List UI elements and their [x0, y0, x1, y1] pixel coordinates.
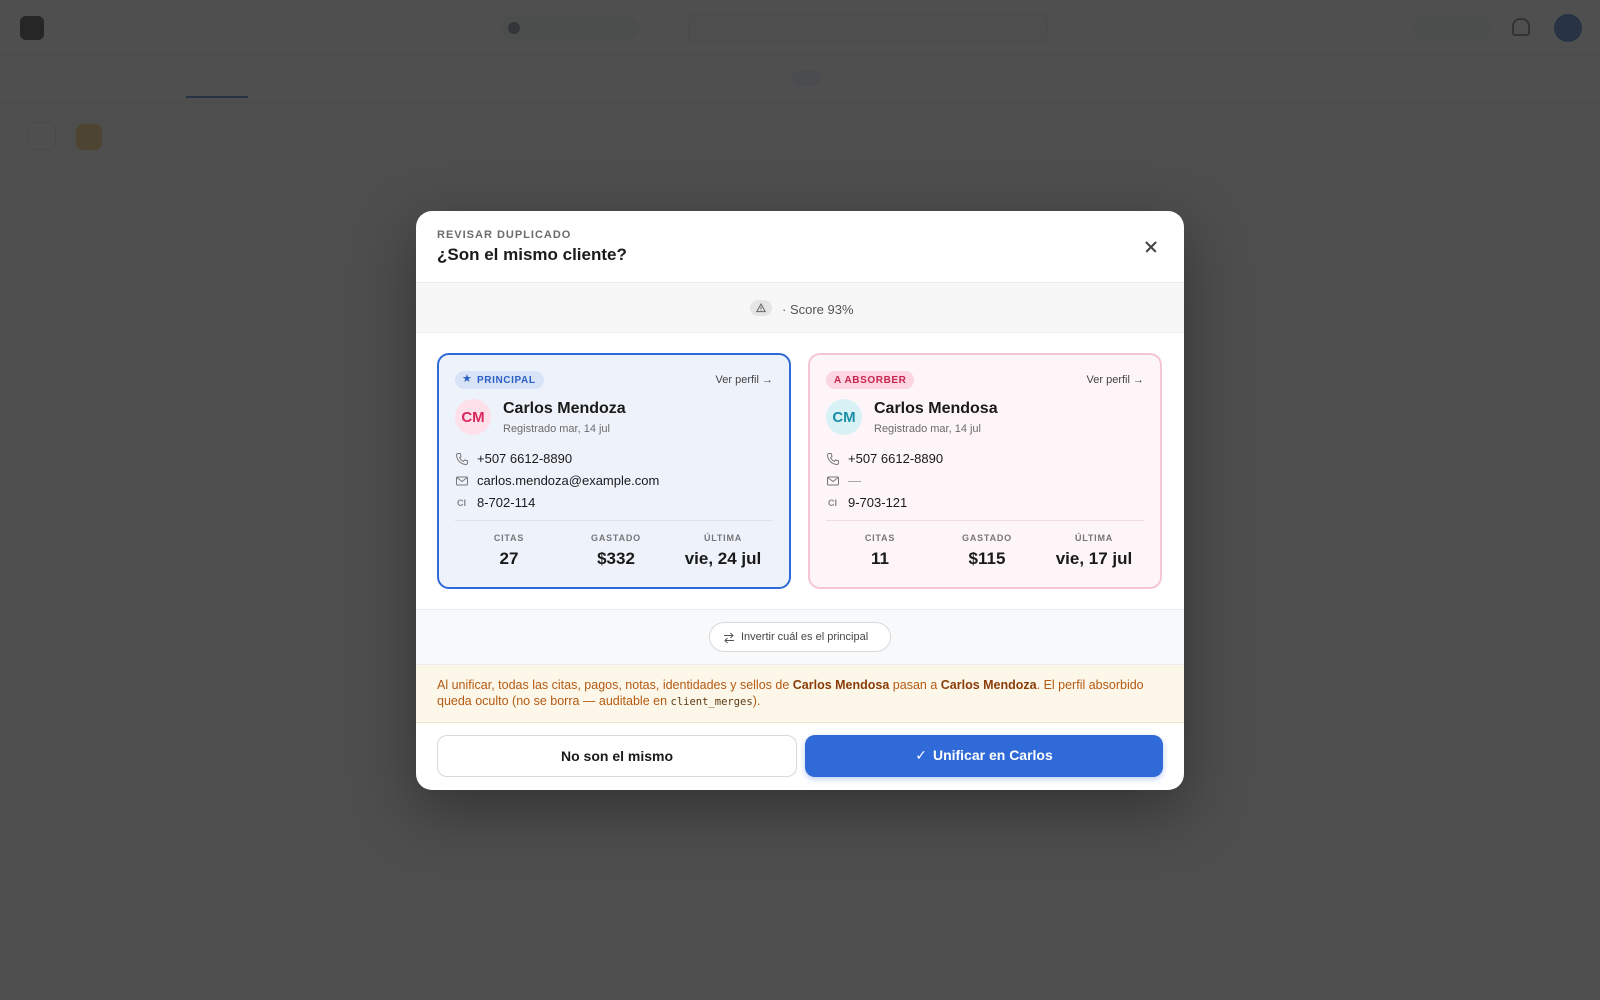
view-profile-link[interactable]: Ver perfil →	[1087, 374, 1144, 386]
notice-absorbed-name: Carlos Mendosa	[792, 678, 890, 692]
stat-citas: CITAS 27	[455, 533, 563, 569]
close-icon[interactable]	[1140, 235, 1164, 259]
stat-citas: CITAS 11	[826, 533, 934, 569]
notice-text: ).	[752, 694, 761, 708]
modal-title: ¿Son el mismo cliente?	[437, 245, 627, 264]
notice-text: pasan a	[889, 678, 941, 692]
phone-value: +507 6612-8890	[477, 451, 573, 466]
merge-button[interactable]: ✓ Unificar en Carlos	[805, 735, 1163, 777]
stat-value: 11	[871, 549, 889, 568]
match-score-bar: · Score 93%	[416, 283, 1184, 333]
phone-icon	[826, 453, 839, 466]
stat-label: ÚLTIMA	[703, 533, 743, 543]
stat-label: CITAS	[493, 533, 525, 543]
divider	[826, 520, 1144, 521]
swap-icon	[724, 632, 734, 644]
phone-icon	[455, 453, 468, 466]
merge-button-label: Unificar en Carlos	[932, 747, 1053, 763]
modal-eyebrow: REVISAR DUPLICADO	[437, 229, 572, 241]
notice-code: client_merges	[670, 696, 753, 708]
client-name: Carlos Mendoza	[503, 400, 626, 417]
stat-gastado: GASTADO $115	[933, 533, 1041, 569]
phone-value: +507 6612-8890	[848, 451, 944, 466]
stat-label: ÚLTIMA	[1074, 533, 1114, 543]
swap-primary-label: Invertir cuál es el principal	[741, 631, 869, 643]
swap-bar: Invertir cuál es el principal	[416, 609, 1184, 665]
stat-label: CITAS	[864, 533, 896, 543]
registered-date: Registrado mar, 14 jul	[503, 423, 610, 435]
divider	[455, 520, 773, 521]
ci-label: CI	[828, 498, 837, 508]
avatar: CM	[826, 399, 862, 435]
stat-value: vie, 24 jul	[684, 549, 762, 568]
warning-icon	[750, 300, 772, 316]
ci-value: 9-703-121	[848, 495, 908, 510]
view-profile-link[interactable]: Ver perfil →	[716, 374, 773, 386]
email-value: carlos.mendoza@example.com	[477, 473, 660, 488]
notice-primary-name: Carlos Mendoza	[940, 678, 1037, 692]
stat-label: GASTADO	[962, 533, 1012, 543]
stat-value: $115	[968, 549, 1006, 568]
email-value: —	[848, 473, 861, 488]
absorbed-client-card: A ABSORBER Ver perfil → CM Carlos Mendos…	[808, 353, 1162, 589]
star-icon: ★	[462, 373, 473, 385]
client-name: Carlos Mendosa	[874, 400, 998, 417]
stat-ultima: ÚLTIMA vie, 24 jul	[669, 533, 777, 569]
principal-badge: ★ PRINCIPAL	[455, 371, 544, 389]
stat-label: GASTADO	[591, 533, 641, 543]
absorb-badge: A ABSORBER	[826, 371, 915, 389]
notice-text: Al unificar, todas las citas, pagos, not…	[437, 678, 793, 692]
merge-notice: Al unificar, todas las citas, pagos, not…	[416, 665, 1184, 723]
principal-badge-label: PRINCIPAL	[477, 375, 536, 386]
not-same-button[interactable]: No son el mismo	[437, 735, 797, 777]
check-icon: ✓	[915, 747, 927, 763]
stat-ultima: ÚLTIMA vie, 17 jul	[1040, 533, 1148, 569]
primary-client-card: ★ PRINCIPAL Ver perfil → CM Carlos Mendoz…	[437, 353, 791, 589]
ci-label: CI	[457, 498, 466, 508]
stat-value: $332	[597, 549, 635, 568]
avatar: CM	[455, 399, 491, 435]
swap-primary-button[interactable]: Invertir cuál es el principal	[709, 622, 891, 652]
mail-icon	[456, 476, 468, 486]
stat-gastado: GASTADO $332	[562, 533, 670, 569]
stat-value: 27	[499, 549, 519, 568]
match-score: · Score 93%	[782, 302, 854, 317]
duplicate-review-modal: REVISAR DUPLICADO ¿Son el mismo cliente?…	[416, 211, 1184, 790]
ci-value: 8-702-114	[477, 495, 536, 510]
registered-date: Registrado mar, 14 jul	[874, 423, 981, 435]
stat-value: vie, 17 jul	[1055, 549, 1133, 568]
mail-icon	[827, 476, 839, 486]
modal-header: REVISAR DUPLICADO ¿Son el mismo cliente?	[416, 211, 1184, 283]
